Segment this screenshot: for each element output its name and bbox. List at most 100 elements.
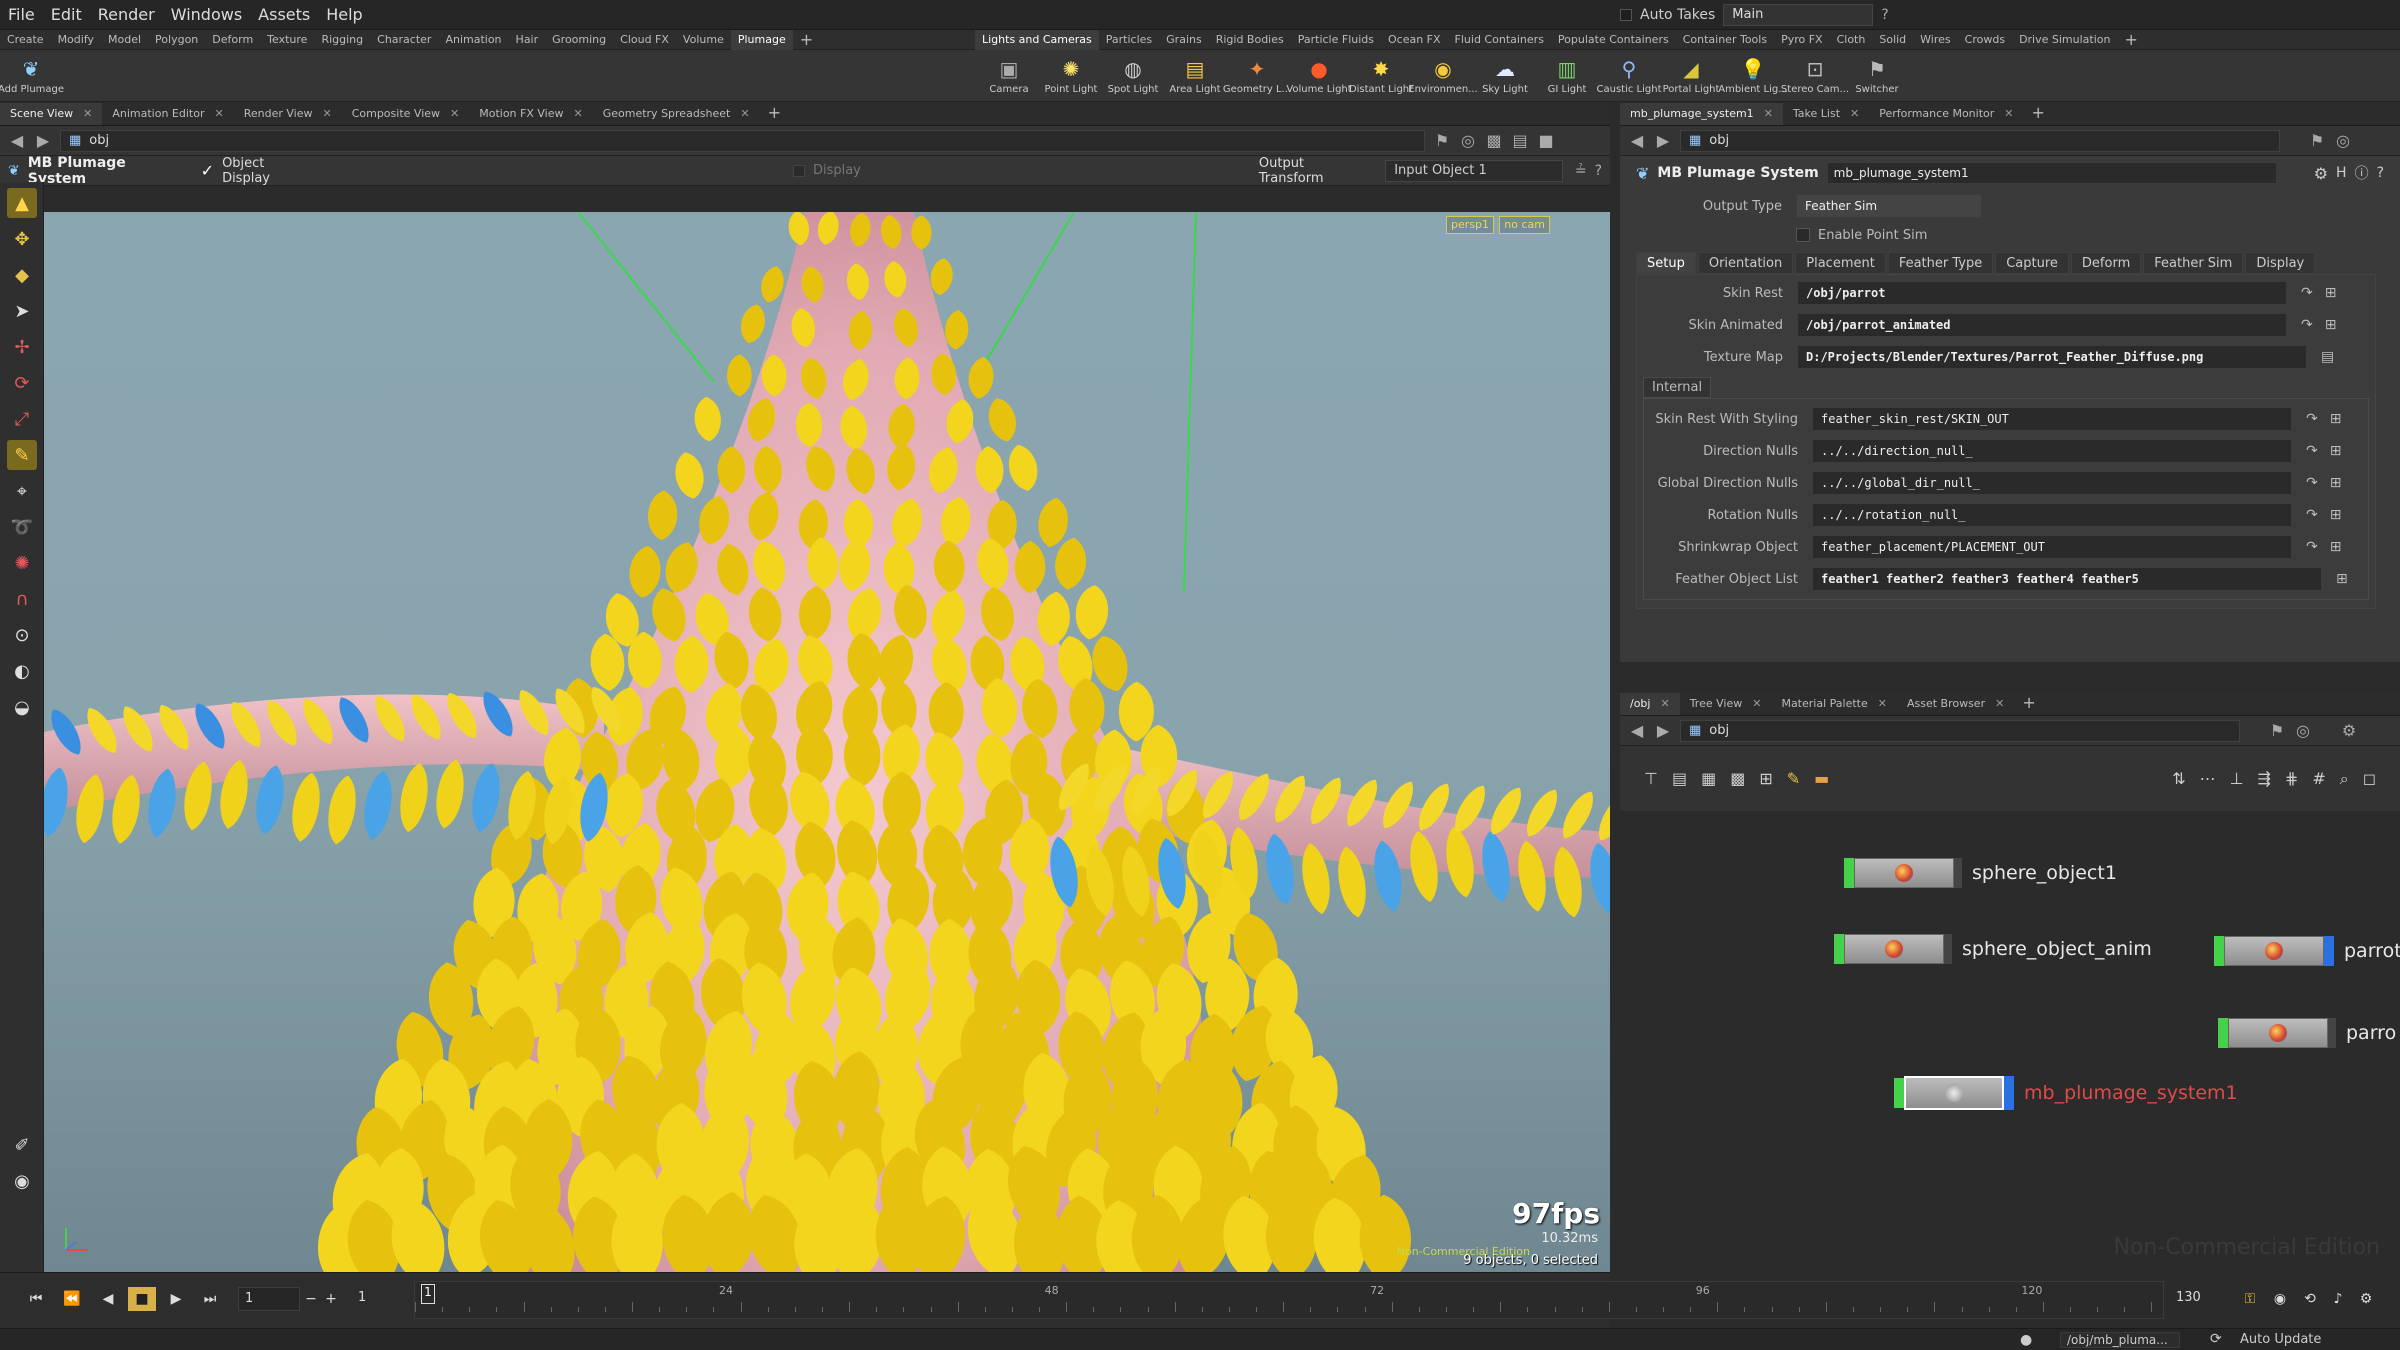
node-body[interactable] — [2228, 1018, 2328, 1048]
link-icon[interactable]: ◎ — [2294, 721, 2312, 740]
snap-grid-icon[interactable]: ⋕ — [2285, 769, 2298, 788]
stop-icon[interactable]: ■ — [128, 1287, 156, 1311]
snap-icon[interactable]: ⊙ — [7, 620, 37, 650]
network-box-icon[interactable]: ▬ — [1814, 769, 1829, 788]
current-frame-field[interactable]: 1 — [238, 1287, 300, 1311]
help-circle-icon[interactable]: ? — [2377, 165, 2384, 181]
tab-geometry-spreadsheet[interactable]: Geometry Spreadsheet ✕ — [593, 103, 760, 125]
tab-render-view[interactable]: Render View ✕ — [234, 103, 342, 125]
shelf-tab-popcont[interactable]: Populate Containers — [1551, 30, 1676, 50]
menu-render[interactable]: Render — [90, 5, 163, 24]
shelf-tab-particles[interactable]: Particles — [1099, 30, 1159, 50]
gear-icon[interactable]: ⚙ — [2314, 164, 2328, 183]
global-direction-nulls-field[interactable]: ../../global_dir_null_ — [1812, 471, 2292, 495]
gear-icon[interactable]: ⚙ — [2340, 721, 2358, 740]
internal-folder-tab[interactable]: Internal — [1643, 377, 1712, 398]
auto-takes-checkbox[interactable] — [1620, 8, 1632, 21]
direction-nulls-field[interactable]: ../../direction_null_ — [1812, 439, 2292, 463]
output-type-select[interactable]: Feather Sim — [1796, 194, 1982, 218]
node-sphere-object-anim[interactable]: sphere_object_anim — [1834, 934, 2152, 964]
forward-arrow-icon[interactable]: ▶ — [34, 131, 52, 150]
node-body[interactable] — [1854, 858, 1954, 888]
tab-orientation[interactable]: Orientation — [1697, 252, 1794, 274]
scale-tool-icon[interactable]: ⤢ — [7, 404, 37, 434]
add-plumage-tool[interactable]: ❦ Add Plumage — [0, 50, 64, 102]
link-arrow-icon[interactable]: ↷ — [2306, 411, 2318, 427]
link-arrow-icon[interactable]: ↷ — [2306, 443, 2318, 459]
shelf-tab-rigging[interactable]: Rigging — [314, 30, 370, 50]
tab-take-list[interactable]: Take List ✕ — [1783, 103, 1869, 125]
node-chooser-icon[interactable]: ⊞ — [2325, 285, 2337, 301]
node-chooser-icon[interactable]: ⊞ — [2330, 539, 2342, 555]
tab-feather-type[interactable]: Feather Type — [1887, 252, 1994, 274]
display-flag[interactable] — [2214, 936, 2224, 966]
tab-params[interactable]: mb_plumage_system1 ✕ — [1620, 103, 1783, 125]
link-icon[interactable]: ◎ — [1459, 131, 1477, 150]
pin-icon[interactable]: ⚑ — [2308, 131, 2326, 150]
link-arrow-icon[interactable]: ↷ — [2306, 475, 2318, 491]
tab-animation-editor[interactable]: Animation Editor ✕ — [102, 103, 233, 125]
shelf-tab-cloudfx[interactable]: Cloud FX — [613, 30, 676, 50]
grid-icon[interactable]: ▦ — [1701, 769, 1716, 788]
help-circle-icon[interactable]: ? — [1595, 163, 1602, 179]
display-flag[interactable] — [1844, 858, 1854, 888]
link-arrow-icon[interactable]: ↷ — [2306, 539, 2318, 555]
skin-rest-field[interactable]: /obj/parrot — [1797, 281, 2287, 305]
network-editor[interactable]: Non-Commercial Edition sphere_object1 sp… — [1620, 812, 2400, 1272]
pin-icon[interactable]: ⚑ — [1433, 131, 1451, 150]
tab-capture[interactable]: Capture — [1995, 252, 2069, 274]
sky-light-tool[interactable]: ☁ Sky Light — [1474, 50, 1536, 102]
end-frame-field[interactable]: 130 — [2170, 1287, 2226, 1311]
menu-edit[interactable]: Edit — [43, 5, 90, 24]
caustic-light-tool[interactable]: ⚲ Caustic Light — [1597, 50, 1662, 102]
shelf-tab-modify[interactable]: Modify — [51, 30, 101, 50]
shelf-tab-volume[interactable]: Volume — [676, 30, 731, 50]
volume-light-tool[interactable]: ● Volume Light — [1286, 50, 1351, 102]
arrange-icon[interactable]: ⇶ — [2258, 769, 2271, 788]
render-flag[interactable] — [2004, 1076, 2014, 1110]
shelf-tab-cloth[interactable]: Cloth — [1830, 30, 1873, 50]
close-icon[interactable]: ✕ — [1878, 693, 1887, 715]
point-light-tool[interactable]: ✺ Point Light — [1040, 50, 1102, 102]
stereo-camera-tool[interactable]: ⊡ Stereo Cam... — [1781, 50, 1849, 102]
realtime-icon[interactable]: ◉ — [2266, 1287, 2294, 1311]
shelf-tab-deform[interactable]: Deform — [205, 30, 260, 50]
layout-icon[interactable]: ▤ — [1511, 131, 1529, 150]
minus-icon[interactable]: − — [302, 1287, 320, 1311]
switcher-tool[interactable]: ⚑ Switcher — [1846, 50, 1908, 102]
pose-tool-icon[interactable]: ➤ — [7, 296, 37, 326]
shelf-tab-solid[interactable]: Solid — [1872, 30, 1913, 50]
close-icon[interactable]: ✕ — [83, 103, 92, 125]
tab-placement[interactable]: Placement — [1795, 252, 1886, 274]
render-flag[interactable] — [1944, 934, 1952, 964]
node-chooser-icon[interactable]: ⊞ — [2330, 507, 2342, 523]
node-body[interactable] — [1844, 934, 1944, 964]
display-flag[interactable] — [1894, 1078, 1904, 1108]
options-icon[interactable]: ≟ — [1575, 163, 1587, 179]
render-flag[interactable] — [2328, 1018, 2336, 1048]
jump-start-icon[interactable]: ⏮ — [22, 1287, 50, 1311]
select-tool-icon[interactable]: ▲ — [7, 188, 37, 218]
status-path[interactable]: /obj/mb_pluma... — [2060, 1332, 2180, 1348]
shelf-tab-animation[interactable]: Animation — [438, 30, 508, 50]
environment-light-tool[interactable]: ◉ Environmen... — [1408, 50, 1477, 102]
shelf-tab-crowds[interactable]: Crowds — [1958, 30, 2012, 50]
add-shelf-right-icon[interactable]: + — [2117, 30, 2144, 50]
shelf-tab-polygon[interactable]: Polygon — [148, 30, 205, 50]
shrinkwrap-object-field[interactable]: feather_placement/PLACEMENT_OUT — [1812, 535, 2292, 559]
view-tool-icon[interactable]: ⌖ — [7, 476, 37, 506]
transform-tool-icon[interactable]: ✥ — [7, 224, 37, 254]
shelf-tab-create[interactable]: Create — [0, 30, 51, 50]
tab-feather-sim[interactable]: Feather Sim — [2143, 252, 2244, 274]
plus-icon[interactable]: + — [322, 1287, 340, 1311]
bookmark-icon[interactable]: H — [2336, 165, 2347, 181]
link-arrow-icon[interactable]: ↷ — [2301, 285, 2313, 301]
network-path-field[interactable]: ▦ obj — [1680, 719, 2240, 742]
list-icon[interactable]: ▤ — [1672, 769, 1687, 788]
camera-view-icon[interactable]: ◐ — [7, 656, 37, 686]
close-icon[interactable]: ✕ — [1660, 693, 1669, 715]
close-icon[interactable]: ✕ — [740, 103, 749, 125]
right-path-field[interactable]: ▦ obj — [1680, 129, 2280, 152]
node-chooser-icon[interactable]: ⊞ — [2330, 411, 2342, 427]
table-icon[interactable]: ▩ — [1730, 769, 1745, 788]
